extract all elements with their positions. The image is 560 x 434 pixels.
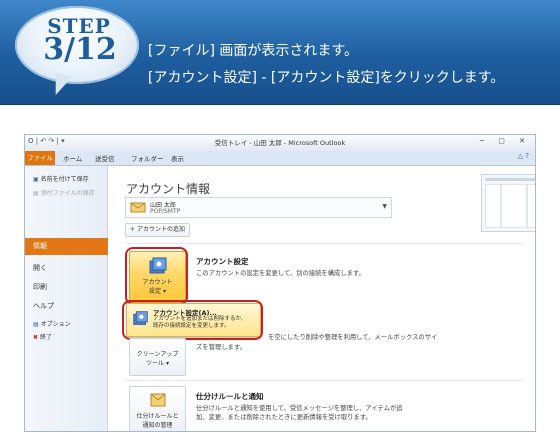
backstage-nav: ▣ 名前を付けて保存 ▤ 添付ファイルの保存 情報 開く 印刷 ヘルプ ▤ オプ… (25, 166, 109, 431)
tab-send-receive[interactable]: 送受信 (95, 153, 115, 163)
nav-exit[interactable]: ✖ 終了 (33, 332, 52, 341)
account-settings-title: アカウント設定 (196, 257, 249, 266)
mail-account-icon (130, 202, 146, 213)
cleanup-tools-button[interactable]: クリーンアップ ツール ▾ (129, 338, 186, 376)
cleanup-description-1: を空にしたり削除や整理を利用して、メールボックスのサイ (268, 334, 438, 341)
account-settings-description: このアカウントの設定を変更して、別の接続を構成します。 (196, 270, 365, 277)
ribbon-tabs: ファイル ホーム 送受信 フォルダー 表示 △ ? (25, 151, 535, 166)
help-icon[interactable]: △ ? (518, 152, 529, 160)
window-controls[interactable]: ─ ▢ ✕ (480, 137, 531, 145)
title-bar: O | ↶ ↷ | ▾ 受信トレイ - 山田 太郎 - Microsoft Ou… (25, 135, 535, 151)
nav-help[interactable]: ヘルプ (33, 301, 54, 311)
nav-save-attachments: ▤ 添付ファイルの保存 (33, 190, 95, 197)
preview-pane (527, 184, 535, 228)
preview-pane (485, 184, 501, 228)
window-title: 受信トレイ - 山田 太郎 - Microsoft Outlook (214, 139, 346, 147)
options-icon: ▤ (33, 321, 39, 328)
outlook-window: O | ↶ ↷ | ▾ 受信トレイ - 山田 太郎 - Microsoft Ou… (24, 134, 536, 432)
account-selector[interactable]: 山田 太郎 POP/SMTP ▼ (125, 197, 392, 218)
nav-open[interactable]: 開く (33, 263, 47, 273)
account-info-panel: アカウント情報 山田 太郎 POP/SMTP ▼ + アカウントの追加 アカウン… (108, 166, 535, 431)
page-title: アカウント情報 (126, 182, 211, 196)
tab-home[interactable]: ホーム (63, 153, 82, 163)
nav-info[interactable]: 情報 (25, 238, 109, 255)
highlight-ring-button (125, 247, 188, 305)
chevron-down-icon: ▼ (382, 203, 387, 210)
cleanup-description-2: ズを管理します。 (196, 344, 246, 351)
rules-icon (150, 393, 165, 407)
instruction-line-1: [ファイル] 画面が表示されます。 (148, 43, 358, 59)
preview-pane (501, 184, 527, 228)
account-type: POP/SMTP (150, 208, 181, 215)
rules-description-2: 加、変更、または削除されたときに更新情報を受け取ります。 (196, 414, 372, 421)
nav-options[interactable]: ▤ オプション (33, 319, 71, 328)
step-number: 3/12 (43, 32, 117, 67)
highlight-ring-menu (122, 300, 263, 340)
preview-bar (485, 178, 535, 181)
add-account-button[interactable]: + アカウントの追加 (125, 223, 190, 237)
instruction-line-2: [アカウント設定] - [アカウント設定]をクリックします。 (148, 70, 505, 86)
tab-view[interactable]: 表示 (171, 153, 184, 163)
rules-title: 仕分けルールと通知 (196, 392, 264, 401)
nav-print[interactable]: 印刷 (33, 282, 47, 292)
exit-icon: ✖ (33, 334, 39, 341)
rules-description-1: 仕分けルールと通知を使用して、受信メッセージを整理し、アイテムが追 (196, 405, 403, 412)
manage-rules-button[interactable]: 仕分けルールと 通知の管理 (129, 386, 186, 431)
step-banner: STEP 3/12 [ファイル] 画面が表示されます。 [アカウント設定] - … (0, 0, 560, 105)
attachment-icon: ▤ (33, 190, 39, 197)
nav-save-as[interactable]: ▣ 名前を付けて保存 (33, 174, 89, 183)
tab-file[interactable]: ファイル (25, 151, 55, 165)
tab-folder[interactable]: フォルダー (131, 153, 164, 163)
divider (125, 243, 523, 244)
save-icon: ▣ (33, 176, 39, 183)
plus-icon: + (130, 226, 136, 233)
divider (125, 380, 523, 381)
mailbox-preview-thumbnail (481, 174, 535, 232)
